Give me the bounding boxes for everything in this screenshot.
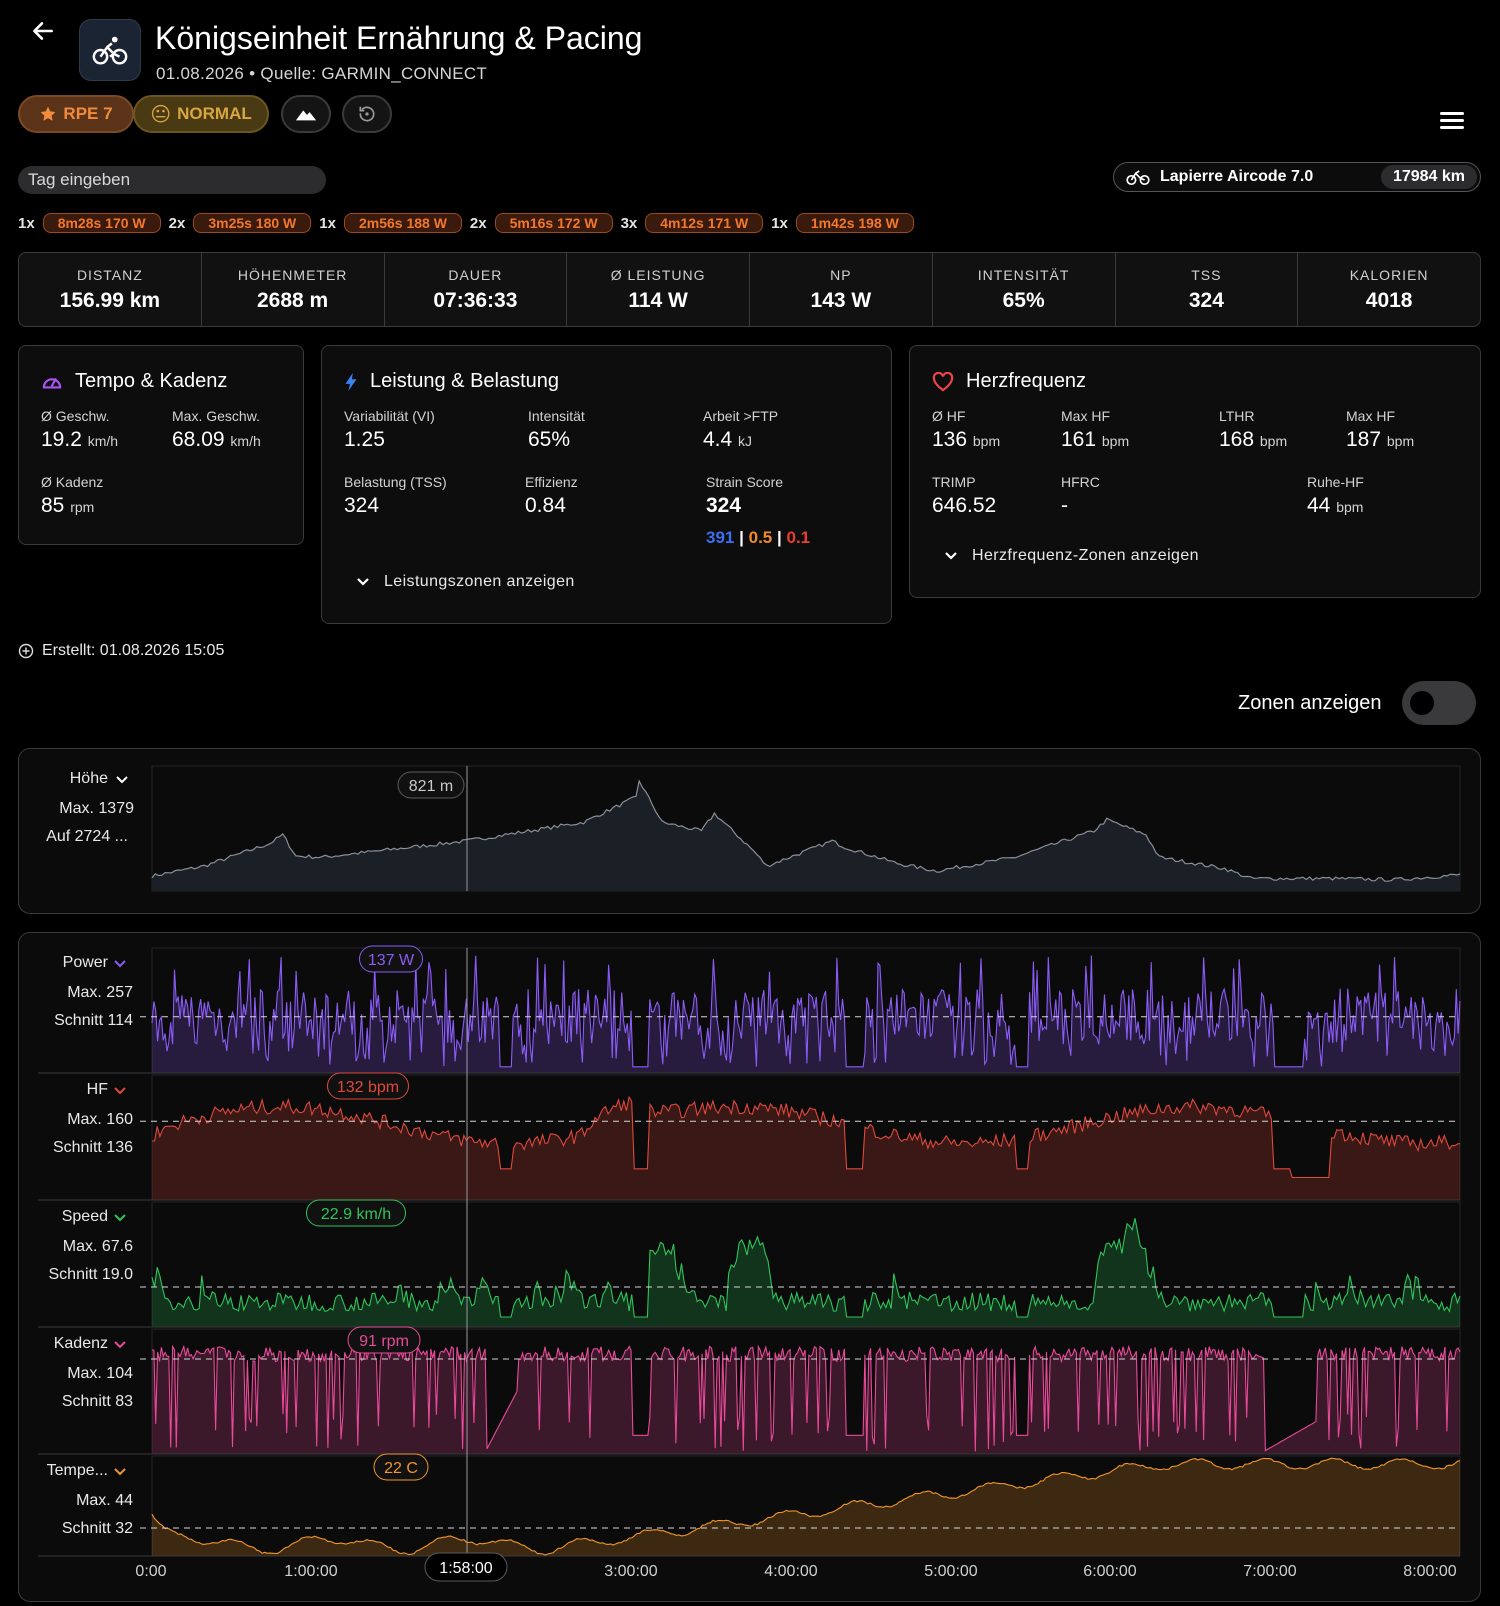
series-selector-temp[interactable]: Tempe... [20,1462,108,1480]
series-avg-label: Schnitt 32 [61,1520,133,1537]
metrics-chart-card [18,932,1481,1602]
elevation-tooltip: 821 m [397,771,465,799]
elevation-tooltip-text: 821 m [409,778,453,795]
chevron-down-icon[interactable] [114,1468,126,1476]
series-max-label: Max. 104 [67,1365,133,1382]
series-selector-hf[interactable]: HF [20,1081,108,1099]
series-selector-kadenz[interactable]: Kadenz [20,1335,108,1353]
series-max-label: Max. 44 [76,1492,133,1509]
chevron-down-icon[interactable] [116,776,128,784]
chevron-down-icon[interactable] [114,1341,126,1349]
series-avg-label: Schnitt 114 [54,1012,133,1029]
series-avg-label: Schnitt 136 [52,1139,133,1156]
series-selector-speed[interactable]: Speed [20,1208,108,1226]
series-max-label: Max. 160 [67,1111,133,1128]
series-selector-power[interactable]: Power [20,954,108,972]
chevron-down-icon[interactable] [114,1087,126,1095]
series-avg-label: Schnitt 83 [61,1393,133,1410]
series-max-label: Max. 67.6 [62,1238,133,1255]
elevation-ascent-label: Auf 2724 ... [46,828,128,845]
chevron-down-icon[interactable] [114,1214,126,1222]
series-max-label: Max. 257 [67,984,133,1001]
chevron-down-icon[interactable] [114,960,126,968]
series-avg-label: Schnitt 19.0 [48,1266,134,1283]
elevation-area [152,781,1460,891]
elevation-series-selector[interactable]: Höhe [40,770,108,788]
elevation-max-label: Max. 1379 [59,800,134,817]
